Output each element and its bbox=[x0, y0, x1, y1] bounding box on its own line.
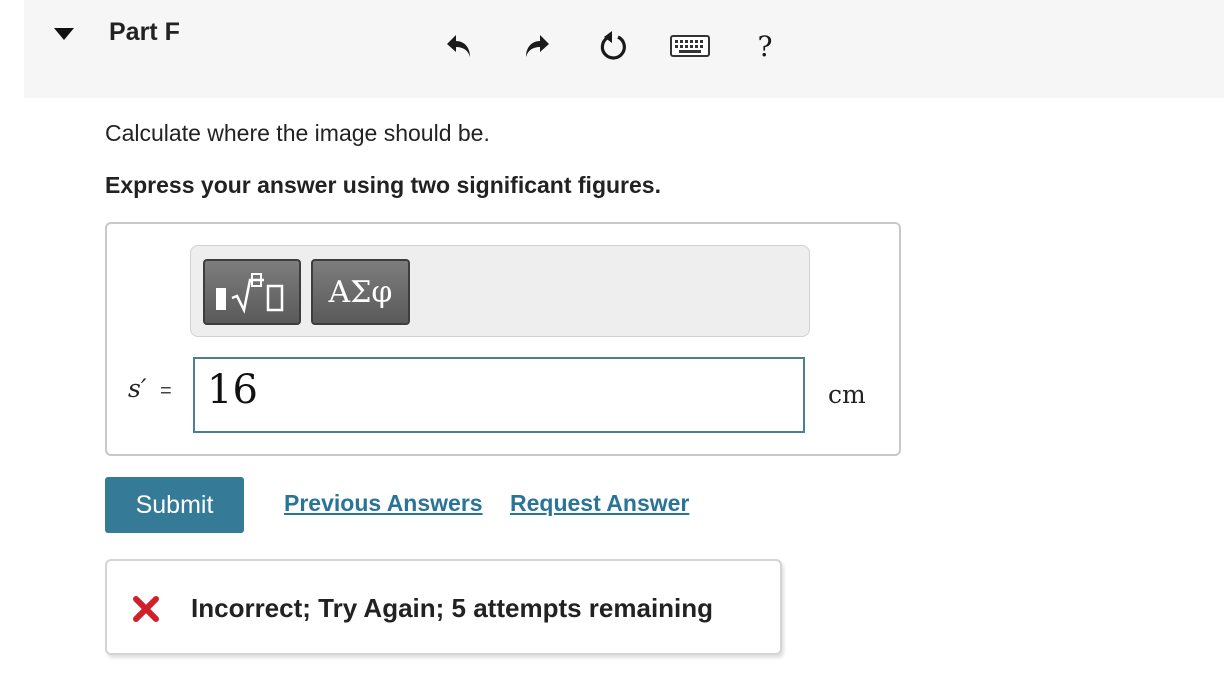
answer-unit: cm bbox=[828, 380, 866, 409]
incorrect-x-icon bbox=[131, 594, 161, 624]
help-icon[interactable]: ? bbox=[752, 28, 778, 64]
undo-icon[interactable] bbox=[443, 28, 475, 64]
answer-instruction: Express your answer using two significan… bbox=[105, 172, 661, 198]
part-title: Part F bbox=[109, 18, 180, 46]
answer-variable-label: s′ bbox=[128, 374, 147, 403]
keyboard-icon[interactable] bbox=[669, 28, 711, 64]
reset-icon[interactable] bbox=[595, 28, 631, 64]
request-answer-link[interactable]: Request Answer bbox=[510, 490, 689, 517]
collapse-toggle-icon[interactable] bbox=[52, 24, 76, 44]
feedback-message: Incorrect; Try Again; 5 attempts remaini… bbox=[191, 593, 714, 623]
previous-answers-link[interactable]: Previous Answers bbox=[284, 490, 483, 517]
answer-input[interactable]: 16 bbox=[193, 357, 805, 433]
question-text: Calculate where the image should be. bbox=[105, 120, 490, 146]
submit-button[interactable]: Submit bbox=[105, 477, 244, 533]
redo-icon[interactable] bbox=[521, 28, 553, 64]
equals-sign: = bbox=[160, 380, 172, 402]
templates-sqrt-icon bbox=[216, 273, 284, 314]
templates-button[interactable] bbox=[203, 259, 301, 325]
greek-symbols-button[interactable]: ΑΣφ bbox=[311, 259, 410, 325]
math-toolbar: ΑΣφ bbox=[190, 245, 810, 337]
